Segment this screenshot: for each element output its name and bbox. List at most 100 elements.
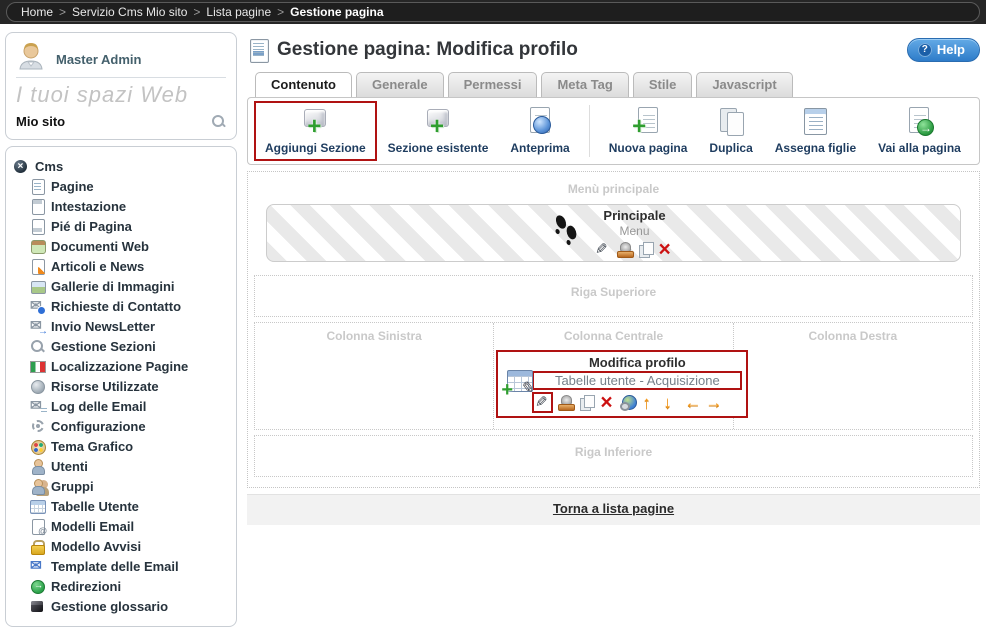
- footer-bar: Torna a lista pagine: [247, 494, 980, 525]
- breadcrumb-item-home[interactable]: Home: [21, 5, 53, 19]
- edit-icon[interactable]: [595, 241, 612, 258]
- sidebar-item-template-delle-email[interactable]: Template delle Email: [14, 556, 228, 576]
- tab-meta-tag[interactable]: Meta Tag: [541, 72, 628, 97]
- bottom-row-area[interactable]: Riga Inferiore: [254, 435, 973, 477]
- page-layout-canvas: Menù principale Principale: [247, 171, 980, 488]
- goto-page-icon: [900, 106, 938, 139]
- profile-widget[interactable]: + Modifica profilo Tabelle utente - Acqu…: [496, 350, 748, 418]
- left-column[interactable]: Colonna Sinistra: [255, 323, 493, 429]
- menu-area: Menù principale Principale: [254, 177, 973, 270]
- search-icon[interactable]: [211, 114, 226, 129]
- web-documents-icon: [30, 239, 45, 254]
- breadcrumb: Home>Servizio Cms Mio sito>Lista pagine>…: [6, 2, 980, 22]
- breadcrumb-item-servizio-cms-mio-sito[interactable]: Servizio Cms Mio sito: [72, 5, 187, 19]
- profile-box: Master Admin I tuoi spazi Web Mio sito: [5, 32, 237, 140]
- menu-widget[interactable]: Principale Menu: [266, 204, 961, 262]
- email-log-icon: [30, 399, 45, 414]
- redirects-icon: [30, 579, 45, 594]
- breadcrumb-current: Gestione pagina: [290, 5, 383, 19]
- tab-permessi[interactable]: Permessi: [448, 72, 538, 97]
- sidebar-item-configurazione[interactable]: Configurazione: [14, 416, 228, 436]
- tab-generale[interactable]: Generale: [356, 72, 444, 97]
- toolbar-button-label: Duplica: [709, 141, 752, 155]
- user-tables-icon: [30, 499, 45, 514]
- delete-icon[interactable]: [599, 394, 616, 411]
- tab-javascript[interactable]: Javascript: [696, 72, 792, 97]
- assign-children-icon: [796, 106, 834, 139]
- sidebar-item-tabelle-utente[interactable]: Tabelle Utente: [14, 496, 228, 516]
- breadcrumb-item-lista-pagine[interactable]: Lista pagine: [206, 5, 271, 19]
- duplica-button[interactable]: Duplica: [698, 101, 763, 161]
- breadcrumb-separator: >: [59, 5, 66, 19]
- profile-name: Master Admin: [56, 52, 141, 67]
- sidebar-item-label: Tema Grafico: [51, 439, 133, 454]
- pages-icon: [30, 179, 45, 194]
- nuova-pagina-button[interactable]: Nuova pagina: [598, 101, 699, 161]
- help-button[interactable]: ? Help: [907, 38, 980, 62]
- sidebar-item-risorse-utilizzate[interactable]: Risorse Utilizzate: [14, 376, 228, 396]
- profile-widget-content: Tabelle utente - Acquisizione: [532, 371, 742, 390]
- sidebar-item-gestione-sezioni[interactable]: Gestione Sezioni: [14, 336, 228, 356]
- sidebar-item-gruppi[interactable]: Gruppi: [14, 476, 228, 496]
- link-icon[interactable]: [620, 394, 637, 411]
- toolbar-button-label: Nuova pagina: [609, 141, 688, 155]
- sezione-esistente-button[interactable]: Sezione esistente: [377, 101, 500, 161]
- help-label: Help: [937, 42, 965, 57]
- delete-icon[interactable]: [658, 241, 675, 258]
- sidebar-item-redirezioni[interactable]: Redirezioni: [14, 576, 228, 596]
- footprints-icon: [553, 213, 579, 254]
- sidebar-item-tema-grafico[interactable]: Tema Grafico: [14, 436, 228, 456]
- profile-widget-actions: [532, 393, 742, 411]
- right-column-label: Colonna Destra: [736, 329, 970, 343]
- copy-icon[interactable]: [637, 241, 654, 258]
- page-icon: [249, 38, 269, 62]
- copy-icon[interactable]: [578, 394, 595, 411]
- sidebar-item-articoli-e-news[interactable]: Articoli e News: [14, 256, 228, 276]
- sidebar-item-label: Richieste di Contatto: [51, 299, 181, 314]
- sections-icon: [30, 339, 45, 354]
- right-arrow-icon[interactable]: [704, 394, 721, 411]
- assegna-figlie-button[interactable]: Assegna figlie: [764, 101, 867, 161]
- sidebar-item-pi-di-pagina[interactable]: Pié di Pagina: [14, 216, 228, 236]
- sidebar-item-gallerie-di-immagini[interactable]: Gallerie di Immagini: [14, 276, 228, 296]
- top-row-area[interactable]: Riga Superiore: [254, 275, 973, 317]
- sidebar-item-label: Intestazione: [51, 199, 126, 214]
- header-icon: [30, 199, 45, 214]
- tab-stile[interactable]: Stile: [633, 72, 692, 97]
- center-column[interactable]: Colonna Centrale + Modifica profilo Tabe…: [493, 323, 732, 429]
- sidebar-item-modello-avvisi[interactable]: Modello Avvisi: [14, 536, 228, 556]
- sidebar-item-richieste-di-contatto[interactable]: Richieste di Contatto: [14, 296, 228, 316]
- sidebar-item-label: Configurazione: [51, 419, 146, 434]
- anteprima-button[interactable]: Anteprima: [499, 101, 580, 161]
- right-column[interactable]: Colonna Destra: [733, 323, 972, 429]
- sidebar-item-modelli-email[interactable]: Modelli Email: [14, 516, 228, 536]
- toolbar-button-label: Aggiungi Sezione: [265, 141, 366, 155]
- sidebar-item-documenti-web[interactable]: Documenti Web: [14, 236, 228, 256]
- sidebar-item-intestazione[interactable]: Intestazione: [14, 196, 228, 216]
- tab-contenuto[interactable]: Contenuto: [255, 72, 352, 97]
- back-to-pages-link[interactable]: Torna a lista pagine: [553, 501, 674, 516]
- tab-bar: ContenutoGeneralePermessiMeta TagStileJa…: [247, 72, 980, 97]
- down-arrow-icon[interactable]: [662, 394, 679, 411]
- sidebar-root-cms[interactable]: Cms: [14, 156, 228, 176]
- main-panel: Gestione pagina: Modifica profilo ? Help…: [247, 32, 980, 627]
- edit-icon[interactable]: [532, 392, 553, 413]
- up-arrow-icon[interactable]: [641, 394, 658, 411]
- toolbar-button-label: Assegna figlie: [775, 141, 856, 155]
- sidebar-item-log-delle-email[interactable]: Log delle Email: [14, 396, 228, 416]
- sidebar-item-utenti[interactable]: Utenti: [14, 456, 228, 476]
- sidebar-item-invio-newsletter[interactable]: Invio NewsLetter: [14, 316, 228, 336]
- vai-alla-pagina-button[interactable]: Vai alla pagina: [867, 101, 972, 161]
- left-arrow-icon[interactable]: [683, 394, 700, 411]
- avatar: [16, 41, 46, 71]
- sidebar-item-pagine[interactable]: Pagine: [14, 176, 228, 196]
- breadcrumb-bar: Home>Servizio Cms Mio sito>Lista pagine>…: [0, 0, 986, 24]
- aggiungi-sezione-button[interactable]: Aggiungi Sezione: [254, 101, 377, 161]
- breadcrumb-separator: >: [277, 5, 284, 19]
- sidebar-item-localizzazione-pagine[interactable]: Localizzazione Pagine: [14, 356, 228, 376]
- stamp-icon[interactable]: [616, 241, 633, 258]
- sidebar-item-gestione-glossario[interactable]: Gestione glossario: [14, 596, 228, 616]
- divider: [16, 77, 226, 78]
- stamp-icon[interactable]: [557, 394, 574, 411]
- cms-admin-page: Home>Servizio Cms Mio sito>Lista pagine>…: [0, 0, 986, 627]
